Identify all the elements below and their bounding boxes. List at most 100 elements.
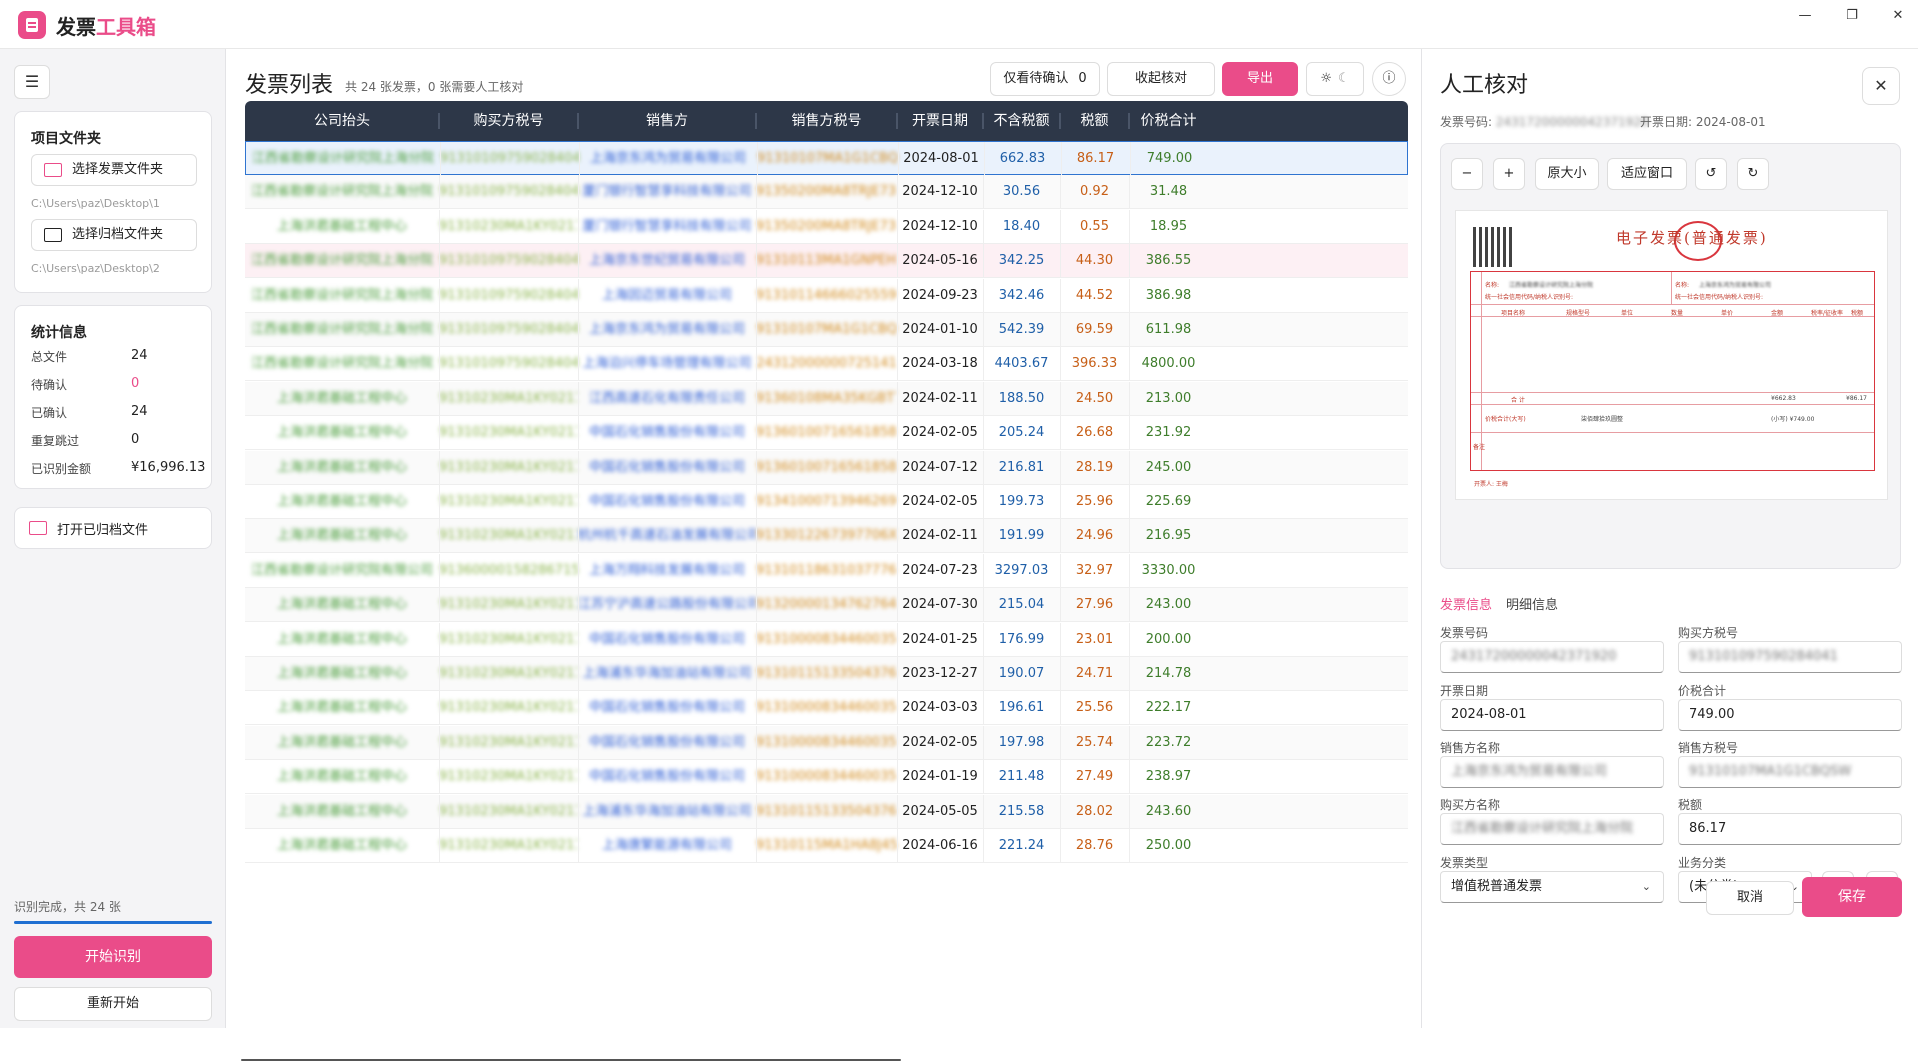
sidebar: ☰ 项目文件夹 选择发票文件夹 C:\Users\paz\Desktop\1 选…: [0, 49, 226, 1028]
column-resize-handle[interactable]: [1128, 113, 1130, 129]
theme-toggle[interactable]: ☼ ☾: [1306, 62, 1364, 96]
column-resize-handle[interactable]: [438, 113, 440, 129]
table-row[interactable]: 上海洪君基础工程中心 91310230MA1KY0211L 中国石化销售股份有限公司…: [245, 622, 1408, 657]
restart-button[interactable]: 重新开始: [14, 987, 212, 1021]
table-cell: 杭州杭千高速石油发展有限公司: [578, 528, 756, 544]
table-row[interactable]: 上海洪君基础工程中心 91310230MA1KY0211L 中国石化销售股份有限公司…: [245, 416, 1408, 451]
table-cell: 222.17: [1145, 700, 1192, 716]
menu-icon[interactable]: ☰: [14, 65, 50, 99]
table-row[interactable]: 江西省勘察设计研究院上海分院 913101097590284041 上海京东世纪贸易…: [245, 244, 1408, 279]
close-icon[interactable]: ✕: [1886, 6, 1910, 26]
buyer-name-field[interactable]: 江西省勘察设计研究院上海分院: [1440, 813, 1664, 845]
maximize-icon[interactable]: ❐: [1840, 6, 1864, 26]
table-cell: 2024-08-01: [903, 151, 979, 166]
column-header[interactable]: 价税合计: [1129, 101, 1208, 141]
pending-only-button[interactable]: 仅看待确认 0: [990, 62, 1100, 96]
table-row[interactable]: 江西省勘察设计研究院有限公司 913600001582867150E 上海万翔科技发…: [245, 553, 1408, 588]
table-cell: 188.50: [998, 390, 1045, 406]
table-cell: 2023-12-27: [902, 666, 978, 681]
table-row[interactable]: 上海洪君基础工程中心 91310230MA1KY0211L 上海唐繁能源有限公司 91…: [245, 829, 1408, 863]
info-icon[interactable]: ⓘ: [1372, 62, 1406, 96]
table-cell: 上海洪君基础工程中心: [276, 631, 407, 647]
save-button[interactable]: 保存: [1802, 877, 1902, 917]
table-row[interactable]: 上海洪君基础工程中心 91310230MA1KY0211L 上海浦东华海加油站有限公…: [245, 794, 1408, 829]
open-archive-button[interactable]: 打开已归档文件: [14, 507, 212, 549]
buyer-tax-field[interactable]: 913101097590284041: [1678, 641, 1902, 673]
original-size-button[interactable]: 原大小: [1535, 158, 1599, 190]
table-cell: 江苏宁沪高速公路股份有限公司: [578, 597, 756, 613]
table-row[interactable]: 江西省勘察设计研究院上海分院 913101097590284041 上海因迈贸易有限…: [245, 278, 1408, 313]
table-cell: 91360108MA35KGBT7H: [756, 390, 897, 406]
table-row[interactable]: 江西省勘察设计研究院上海分院 913101097590284041 上海京东鸿为贸易…: [245, 313, 1408, 347]
date-field[interactable]: 2024-08-01: [1440, 699, 1664, 731]
column-resize-handle[interactable]: [982, 113, 984, 129]
export-button[interactable]: 导出: [1222, 62, 1298, 96]
column-header[interactable]: 税额: [1060, 101, 1129, 141]
table-cell: 91310107MA1G1CBQSW: [756, 322, 897, 337]
table-cell: 91310230MA1KY0211L: [439, 494, 578, 509]
table-cell: 211.48: [998, 769, 1045, 785]
column-header[interactable]: 开票日期: [897, 101, 983, 141]
seller-name-field[interactable]: 上海京东鸿为贸易有限公司: [1440, 756, 1664, 788]
column-resize-handle[interactable]: [1059, 113, 1061, 129]
column-resize-handle[interactable]: [577, 113, 579, 129]
table-cell: 91310230MA1KY0211L: [439, 425, 578, 441]
collapse-review-button[interactable]: 收起核对: [1107, 62, 1215, 96]
column-header[interactable]: 销售方: [578, 101, 756, 141]
table-cell: 上海洪君基础工程中心: [276, 769, 407, 785]
table-row[interactable]: 上海洪君基础工程中心 91310230MA1KY0211L 厦门银行智慧享科技有限公…: [245, 209, 1408, 244]
invoice-no-field[interactable]: 24317200000042371920: [1440, 641, 1664, 673]
table-cell: 91310000834460035U: [756, 700, 897, 716]
table-cell: 28.76: [1075, 838, 1114, 853]
select-invoice-folder-button[interactable]: 选择发票文件夹: [31, 154, 197, 186]
column-resize-handle[interactable]: [755, 113, 757, 129]
select-archive-folder-button[interactable]: 选择归档文件夹: [31, 219, 197, 251]
column-header[interactable]: 销售方税号: [756, 101, 897, 141]
table-row[interactable]: 上海洪君基础工程中心 91310230MA1KY0211L 中国石化销售股份有限公司…: [245, 450, 1408, 485]
column-header[interactable]: 购买方税号: [439, 101, 578, 141]
table-cell: 上海因迈贸易有限公司: [601, 287, 732, 303]
column-resize-handle[interactable]: [896, 113, 898, 129]
table-cell: 44.30: [1075, 253, 1114, 269]
table-cell: 上海浦东华海加油站有限公司: [582, 803, 752, 819]
table-cell: 31.48: [1149, 184, 1188, 200]
table-row[interactable]: 上海洪君基础工程中心 91310230MA1KY0211L 中国石化销售股份有限公司…: [245, 691, 1408, 726]
table-row[interactable]: 上海洪君基础工程中心 91310230MA1KY0211L 中国石化销售股份有限公司…: [245, 725, 1408, 760]
table-row[interactable]: 江西省勘察设计研究院上海分院 913101097590284041 上海泊兴停车场管…: [245, 347, 1408, 382]
table-row[interactable]: 江西省勘察设计研究院上海分院 91310109759028404​1 上海京东鸿为贸…: [245, 141, 1408, 176]
tab-invoice-info[interactable]: 发票信息: [1440, 594, 1492, 613]
minimize-icon[interactable]: —: [1793, 6, 1817, 26]
table-cell: 上海洪君基础工程中心: [276, 838, 407, 853]
table-cell: 44.52: [1075, 287, 1114, 303]
table-row[interactable]: 上海洪君基础工程中心 91310230MA1KY0211L 杭州杭千高速石油发展有限…: [245, 519, 1408, 554]
table-cell: 216.81: [998, 459, 1045, 475]
tab-line-items[interactable]: 明细信息: [1506, 594, 1558, 613]
table-cell: 91310230MA1KY0211L: [439, 631, 578, 647]
table-row[interactable]: 上海洪君基础工程中心 91310230MA1KY0211L 江苏宁沪高速公路股份有限…: [245, 588, 1408, 623]
close-panel-icon[interactable]: ✕: [1862, 67, 1900, 105]
column-header[interactable]: 公司抬头: [245, 101, 439, 141]
seller-tax-field[interactable]: 91310107MA1G1CBQSW: [1678, 756, 1902, 788]
table-cell: 上海洪君基础工程中心: [276, 803, 407, 819]
start-recognition-button[interactable]: 开始识别: [14, 936, 212, 978]
cancel-button[interactable]: 取消: [1706, 881, 1794, 915]
table-row[interactable]: 江西省勘察设计研究院上海分院 913101097590284041 厦门银行智慧享科…: [245, 175, 1408, 210]
fit-window-button[interactable]: 适应窗口: [1607, 158, 1687, 190]
table-row[interactable]: 上海洪君基础工程中心 91310230MA1KY0211L 中国石化销售股份有限公司…: [245, 485, 1408, 519]
invoice-type-select[interactable]: 增值税普通发票 ⌄: [1440, 871, 1664, 903]
invoice-folder-path: C:\Users\paz\Desktop\1: [31, 197, 160, 210]
column-header[interactable]: 不含税额: [983, 101, 1060, 141]
zoom-out-button[interactable]: −: [1451, 158, 1483, 190]
table-cell: 216.95: [1145, 528, 1192, 544]
progress-bar: [14, 921, 212, 924]
tax-field[interactable]: 86.17: [1678, 813, 1902, 845]
table-row[interactable]: 上海洪君基础工程中心 91310230MA1KY0211L 中国石化销售股份有限公司…: [245, 760, 1408, 795]
table-cell: 32.97: [1075, 562, 1114, 578]
table-row[interactable]: 上海洪君基础工程中心 91310230MA1KY0211L 江西高速石化有限责任公司…: [245, 381, 1408, 416]
rotate-left-icon[interactable]: ↺: [1695, 158, 1727, 190]
table-cell: 611.98: [1145, 322, 1192, 337]
rotate-right-icon[interactable]: ↻: [1737, 158, 1769, 190]
table-row[interactable]: 上海洪君基础工程中心 91310230MA1KY0211L 上海浦东华海加油站有限公…: [245, 657, 1408, 691]
total-field[interactable]: 749.00: [1678, 699, 1902, 731]
zoom-in-button[interactable]: +: [1493, 158, 1525, 190]
